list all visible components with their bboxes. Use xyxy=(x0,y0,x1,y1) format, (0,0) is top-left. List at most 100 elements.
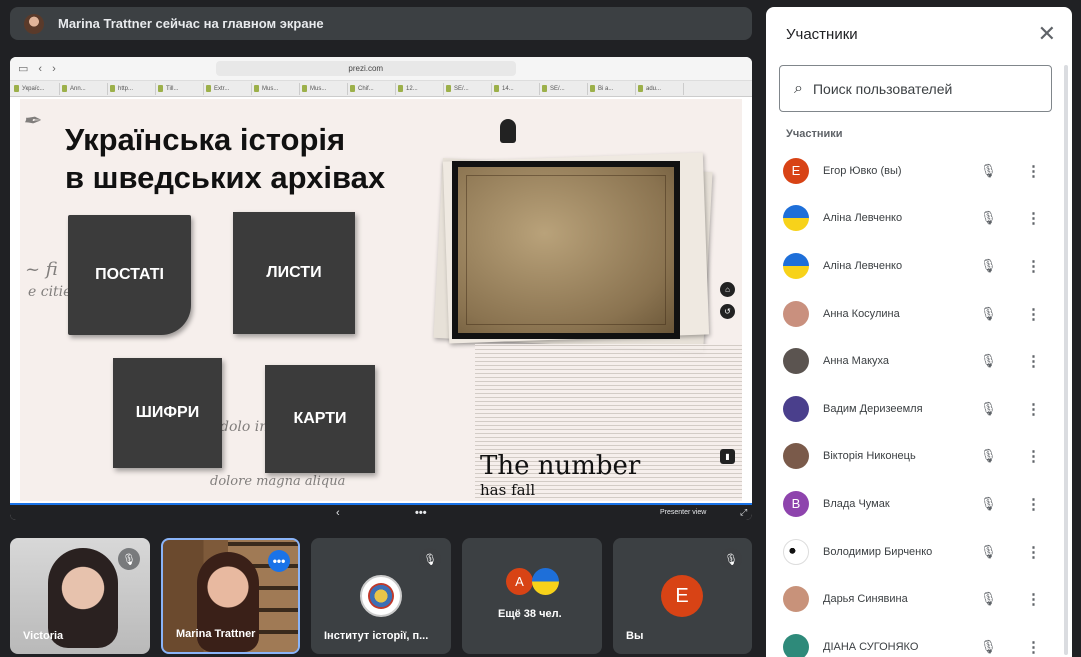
participant-row[interactable]: Володимир Бирченко 🎙 ⋮ xyxy=(766,528,1072,576)
participant-avatar xyxy=(783,633,809,657)
more-options-icon[interactable]: ⋮ xyxy=(1026,638,1041,656)
more-options-icon[interactable]: ⋮ xyxy=(1026,209,1041,227)
more-options-icon[interactable]: ⋮ xyxy=(1026,590,1041,608)
more-options-icon[interactable]: ⋮ xyxy=(1026,257,1041,275)
mic-off-icon: 🎙 xyxy=(980,448,997,464)
mic-off-icon: 🎙 xyxy=(980,305,997,321)
mic-off-icon: 🎙 xyxy=(980,591,997,607)
tile-name: Інститут історії, п... xyxy=(324,630,429,642)
browser-tab: 14... xyxy=(494,82,540,95)
tile-name: Вы xyxy=(626,630,644,642)
participant-name: Аліна Левченко xyxy=(823,212,903,225)
institute-logo-icon xyxy=(360,575,402,617)
fullscreen-icon[interactable]: ⤢ xyxy=(740,507,747,518)
participant-row[interactable]: Вадим Деризеемля 🎙 ⋮ xyxy=(766,385,1072,433)
decor-script: dolore magna aliqua xyxy=(210,474,346,489)
newspaper-headline: The number has fall xyxy=(480,451,641,499)
tile-name: Ещё 38 чел. xyxy=(498,608,562,620)
more-options-icon[interactable]: ⋮ xyxy=(1026,543,1041,561)
participant-avatar xyxy=(783,538,809,565)
browser-tab: Mus... xyxy=(254,82,300,95)
home-icon[interactable]: ⌂ xyxy=(720,282,735,297)
participant-avatar: В xyxy=(783,490,809,517)
more-options-icon[interactable]: ⋮ xyxy=(1026,162,1041,180)
participant-row[interactable]: Анна Косулина 🎙 ⋮ xyxy=(766,290,1072,338)
card-lysty[interactable]: ЛИСТИ xyxy=(233,212,355,334)
participant-avatar xyxy=(783,443,809,470)
browser-tab: Chif... xyxy=(350,82,396,95)
card-postati[interactable]: ПОСТАТІ xyxy=(68,215,191,335)
tile-name: Marina Trattner xyxy=(176,628,256,640)
more-options-button[interactable]: ••• xyxy=(415,507,427,519)
mic-off-icon: 🎙 xyxy=(980,210,997,226)
participant-row[interactable]: Дарья Синявина 🎙 ⋮ xyxy=(766,575,1072,623)
participant-row[interactable]: В Влада Чумак 🎙 ⋮ xyxy=(766,480,1072,528)
participant-row[interactable]: Аліна Левченко 🎙 ⋮ xyxy=(766,242,1072,290)
participant-row[interactable]: Вікторія Никонець 🎙 ⋮ xyxy=(766,433,1072,481)
speaking-indicator-icon: ••• xyxy=(268,550,290,572)
participant-name: Анна Косулина xyxy=(823,307,900,320)
more-options-icon[interactable]: ⋮ xyxy=(1026,305,1041,323)
presenter-view-button[interactable]: Presenter view xyxy=(660,509,706,516)
more-options-icon[interactable]: ⋮ xyxy=(1026,447,1041,465)
participant-avatar xyxy=(783,348,809,375)
octopus-icon xyxy=(500,119,516,143)
presenter-bottom-bar: ‹ ••• Presenter view ⤢ xyxy=(10,503,752,520)
participant-tile-victoria[interactable]: 🎙 Victoria xyxy=(10,538,150,654)
participant-avatar xyxy=(783,252,809,279)
participant-name: Влада Чумак xyxy=(823,497,890,510)
flag-avatar xyxy=(532,568,559,595)
meet-window: Marina Trattner сейчас на главном экране… xyxy=(0,0,1081,657)
mic-off-icon: 🎙 xyxy=(980,400,997,416)
participant-name: Аліна Левченко xyxy=(823,259,903,272)
search-input[interactable] xyxy=(812,80,1023,97)
close-icon[interactable]: ✕ xyxy=(1038,21,1056,47)
browser-tab: adu... xyxy=(638,82,684,95)
participant-row[interactable]: ДІАНА СУГОНЯКО 🎙 ⋮ xyxy=(766,623,1072,657)
browser-tab: Україс... xyxy=(14,82,60,95)
url-bar: prezi.com xyxy=(215,61,516,76)
mic-off-icon: 🎙 xyxy=(720,548,742,570)
participant-row[interactable]: Анна Макуха 🎙 ⋮ xyxy=(766,337,1072,385)
browser-tab: Till... xyxy=(158,82,204,95)
decor-script: e citie xyxy=(28,284,72,300)
self-tile[interactable]: 🎙 Е Вы xyxy=(613,538,752,654)
participant-row[interactable]: Аліна Левченко 🎙 ⋮ xyxy=(766,195,1072,243)
decor-script: ✒ xyxy=(22,109,41,134)
mic-off-icon: 🎙 xyxy=(980,543,997,559)
participant-tile-marina[interactable]: ••• Marina Trattner xyxy=(161,538,300,654)
slide-title: Українська історія в шведських архівах xyxy=(65,121,385,197)
panel-title: Участники xyxy=(786,26,858,43)
participant-avatar xyxy=(783,395,809,422)
browser-tab: Extr... xyxy=(206,82,252,95)
browser-tab: SE/... xyxy=(446,82,492,95)
participant-name: Володимир Бирченко xyxy=(823,545,933,558)
browser-tab: Ann... xyxy=(62,82,108,95)
presenter-avatar xyxy=(24,13,44,34)
participants-list: Е Егор Ювко (вы) 🎙 ⋮ Аліна Левченко 🎙 ⋮ Аліна Л… xyxy=(766,147,1072,657)
card-shyfry[interactable]: ШИФРИ xyxy=(113,358,222,468)
more-options-icon[interactable]: ⋮ xyxy=(1026,400,1041,418)
more-options-icon[interactable]: ⋮ xyxy=(1026,495,1041,513)
more-options-icon[interactable]: ⋮ xyxy=(1026,352,1041,370)
presenting-banner: Marina Trattner сейчас на главном экране xyxy=(10,7,752,40)
slide-title-line1: Українська історія xyxy=(65,122,346,157)
participant-name: Анна Макуха xyxy=(823,355,889,368)
card-karty[interactable]: КАРТИ xyxy=(265,365,375,473)
more-participants-tile[interactable]: А Ещё 38 чел. xyxy=(462,538,602,654)
participant-avatar xyxy=(783,300,809,327)
presenting-banner-text: Marina Trattner сейчас на главном экране xyxy=(58,16,324,31)
browser-toolbar: ▭ ‹ › prezi.com xyxy=(10,57,752,81)
tile-name: Victoria xyxy=(23,630,64,642)
participant-row[interactable]: Е Егор Ювко (вы) 🎙 ⋮ xyxy=(766,147,1072,195)
mic-off-icon: 🎙 xyxy=(980,257,997,273)
participant-tile-institute[interactable]: 🎙 Інститут історії, п... xyxy=(311,538,451,654)
mic-off-icon: 🎙 xyxy=(419,548,441,570)
previous-button[interactable]: ‹ xyxy=(336,507,340,519)
participants-panel: Участники ✕ ⌕ Участники Е Егор Ювко (вы) 🎙… xyxy=(766,7,1072,657)
participant-search[interactable]: ⌕ xyxy=(779,65,1052,112)
browser-tab: http... xyxy=(110,82,156,95)
historical-map[interactable] xyxy=(452,161,680,339)
zoom-icon[interactable]: ↺ xyxy=(720,304,735,319)
participant-name: Егор Ювко (вы) xyxy=(823,164,902,177)
